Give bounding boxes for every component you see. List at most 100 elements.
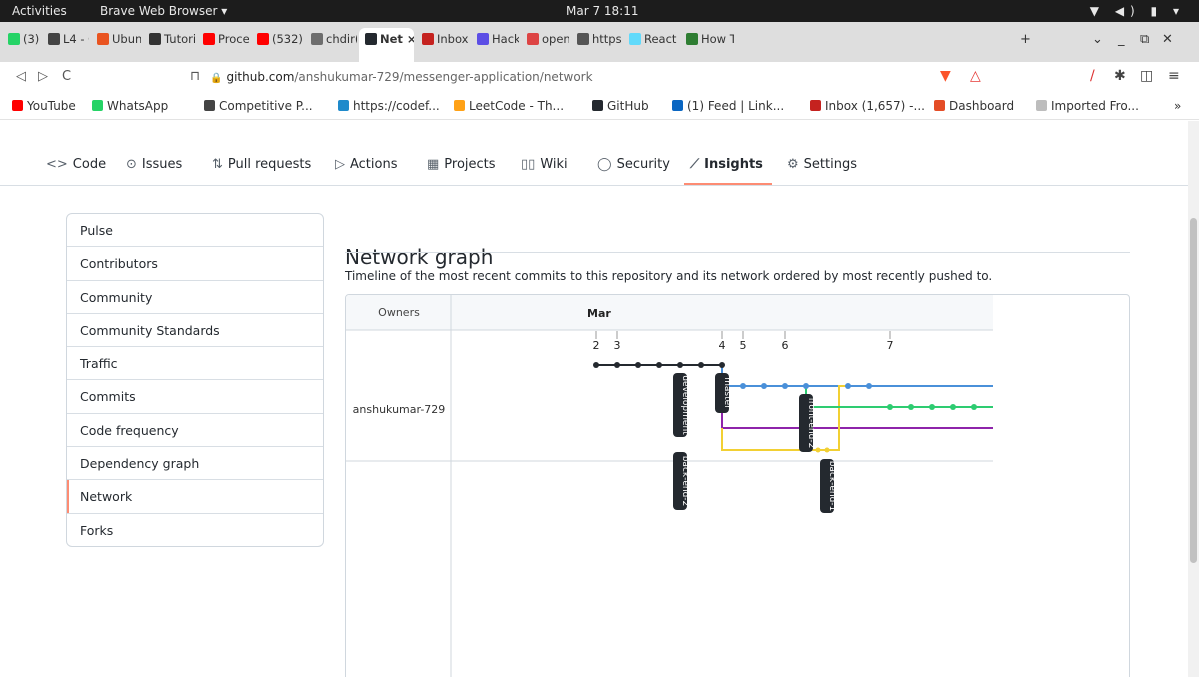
tab-favicon-icon — [686, 33, 698, 45]
day-label: 5 — [740, 339, 747, 352]
tab-favicon-icon — [257, 33, 269, 45]
commit-dot — [929, 404, 935, 410]
browser-tab[interactable]: Inbox — [416, 28, 469, 62]
browser-tab[interactable]: Proces — [197, 28, 249, 62]
tab-label: (3) Wh — [23, 32, 40, 46]
browser-tab[interactable]: chdir() — [305, 28, 357, 62]
repo-tab-issues[interactable]: ⊙ Issues — [126, 157, 182, 172]
activities-button[interactable]: Activities — [12, 4, 67, 18]
repo-tab-code[interactable]: <> Code — [46, 157, 106, 172]
commit-dot — [740, 383, 746, 389]
commit-dot — [698, 362, 704, 368]
tab-favicon-icon — [629, 33, 641, 45]
tab-label: How T — [701, 32, 734, 46]
repo-tab-insights[interactable]: ⟋ Insights — [690, 157, 763, 172]
browser-tab[interactable]: How T — [680, 28, 734, 62]
bookmark-label: Inbox (1,657) -... — [825, 99, 925, 113]
minimize-button[interactable]: _ — [1118, 32, 1125, 47]
bookmark-icon[interactable]: ⊓ — [190, 69, 200, 84]
repo-tab-settings[interactable]: ⚙ Settings — [787, 157, 857, 172]
browser-tab[interactable]: L4 - Co — [42, 28, 89, 62]
pen-extension-icon[interactable]: / — [1090, 68, 1095, 84]
brave-rewards-icon[interactable]: △ — [970, 68, 981, 84]
sidebar-item[interactable]: Community — [67, 281, 323, 314]
tab-favicon-icon — [97, 33, 109, 45]
bookmark-item[interactable]: Inbox (1,657) -... — [810, 99, 925, 113]
repo-tab-wiki[interactable]: ▯▯ Wiki — [521, 157, 568, 172]
sidebar-item[interactable]: Commits — [67, 380, 323, 414]
repo-tab-label: Code — [72, 157, 107, 172]
bookmark-label: GitHub — [607, 99, 649, 113]
restore-button[interactable]: ⧉ — [1140, 32, 1149, 47]
bookmark-label: WhatsApp — [107, 99, 169, 113]
sidebar-item[interactable]: Forks — [67, 514, 323, 546]
repo-tab-security[interactable]: ◯ Security — [597, 157, 670, 172]
bookmark-item[interactable]: https://codef... — [338, 99, 440, 113]
sidebar-item[interactable]: Traffic — [67, 347, 323, 381]
security-icon: ◯ — [597, 157, 612, 172]
extensions-icon[interactable]: ✱ — [1114, 68, 1126, 84]
brave-shield-icon[interactable]: ▼ — [940, 68, 951, 84]
bookmark-label: YouTube — [27, 99, 76, 113]
bookmark-favicon-icon — [592, 100, 603, 111]
network-graph[interactable]: Owners Mar anshukumar-729 2 3 4 5 6 7 development… — [345, 294, 1130, 677]
tab-favicon-icon — [8, 33, 20, 45]
repo-tab-label: Actions — [350, 157, 398, 172]
sidebar-item[interactable]: Contributors — [67, 247, 323, 281]
bookmark-label: LeetCode - Th... — [469, 99, 565, 113]
address-bar[interactable]: 🔒 github.com/anshukumar-729/messenger-app… — [210, 66, 930, 88]
tab-label: L4 - Co — [63, 32, 89, 46]
repo-tab-pull-requests[interactable]: ⇅ Pull requests — [212, 157, 311, 172]
repo-tab-actions[interactable]: ▷ Actions — [335, 157, 398, 172]
bookmarks-overflow-button[interactable]: » — [1174, 99, 1181, 113]
bookmark-item[interactable]: WhatsApp — [92, 99, 168, 113]
tab-label: opena — [542, 32, 569, 46]
repo-tab-label: Insights — [704, 157, 763, 172]
projects-icon: ▦ — [427, 157, 440, 172]
sidebar-item[interactable]: Code frequency — [67, 414, 323, 448]
page-title: Network graph — [345, 245, 494, 269]
reload-icon[interactable]: C — [62, 69, 71, 84]
bookmark-item[interactable]: LeetCode - Th... — [454, 99, 564, 113]
new-tab-button[interactable]: + — [1020, 32, 1031, 47]
repo-tab-projects[interactable]: ▦ Projects — [427, 157, 496, 172]
commit-dot — [803, 383, 809, 389]
tab-list-button[interactable]: ⌄ — [1092, 32, 1103, 47]
browser-tab[interactable]: React / — [623, 28, 678, 62]
bookmark-item[interactable]: YouTube — [12, 99, 76, 113]
browser-tab[interactable]: Tutori — [143, 28, 195, 62]
bookmark-item[interactable]: GitHub — [592, 99, 649, 113]
bookmark-favicon-icon — [92, 100, 103, 111]
menu-icon[interactable]: ≡ — [1168, 68, 1180, 84]
back-icon[interactable]: ◁ — [16, 69, 26, 84]
bookmark-item[interactable]: Dashboard — [934, 99, 1014, 113]
tab-favicon-icon — [577, 33, 589, 45]
sidebar-item[interactable]: Dependency graph — [67, 447, 323, 481]
system-tray[interactable]: ▼ ◀) ▮ ▾ — [1090, 4, 1185, 18]
sidebar-item[interactable]: Community Standards — [67, 314, 323, 348]
close-window-button[interactable]: ✕ — [1162, 32, 1173, 47]
browser-tab[interactable]: Ubunt — [91, 28, 141, 62]
page-description: Timeline of the most recent commits to t… — [345, 269, 993, 283]
forward-icon[interactable]: ▷ — [38, 69, 48, 84]
browser-tab[interactable]: opena — [521, 28, 569, 62]
repo-tab-label: Wiki — [540, 157, 568, 172]
browser-tab[interactable]: Net × — [359, 28, 414, 62]
sidebar-item[interactable]: Pulse — [67, 214, 323, 248]
browser-tab[interactable]: (3) Wh — [2, 28, 40, 62]
page-scrollbar[interactable] — [1188, 121, 1199, 677]
sidebar-item[interactable]: Network — [67, 480, 323, 514]
app-menu[interactable]: Brave Web Browser ▾ — [100, 4, 227, 18]
bookmark-item[interactable]: Competitive P... — [204, 99, 313, 113]
clock[interactable]: Mar 7 18:11 — [566, 4, 639, 18]
bookmark-item[interactable]: Imported Fro... — [1036, 99, 1139, 113]
month-label: Mar — [587, 307, 611, 320]
day-label: 2 — [593, 339, 600, 352]
bookmark-item[interactable]: (1) Feed | Link... — [672, 99, 784, 113]
sidebar-toggle-icon[interactable]: ◫ — [1140, 68, 1153, 84]
actions-icon: ▷ — [335, 157, 345, 172]
browser-tab[interactable]: https:/ — [571, 28, 621, 62]
browser-tab[interactable]: Hacka — [471, 28, 519, 62]
browser-tab[interactable]: (532) f — [251, 28, 303, 62]
scrollbar-thumb[interactable] — [1190, 218, 1197, 563]
